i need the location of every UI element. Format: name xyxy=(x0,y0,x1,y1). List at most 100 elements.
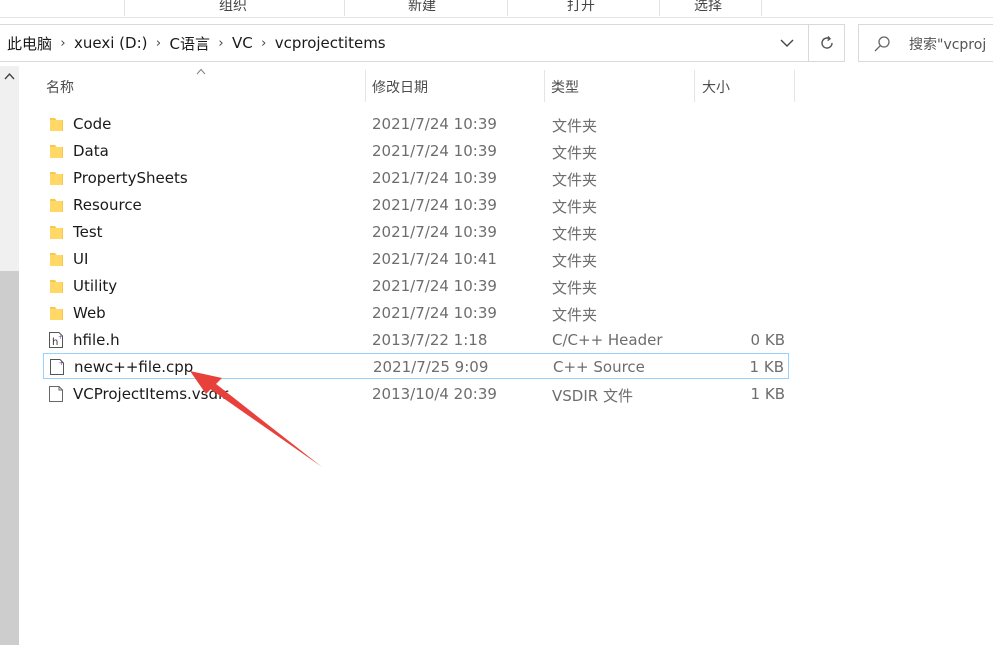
column-header-date[interactable]: 修改日期 xyxy=(366,66,544,102)
file-date: 2021/7/24 10:39 xyxy=(372,223,497,241)
ribbon-group-captions: 组织 新建 打开 选择 xyxy=(0,0,993,18)
folder-icon xyxy=(50,145,63,158)
folder-icon xyxy=(50,172,63,185)
column-header-size-label: 大小 xyxy=(702,80,730,96)
file-name: Data xyxy=(73,142,109,160)
scrollbar-thumb[interactable] xyxy=(0,271,19,645)
ribbon-separator xyxy=(344,0,345,16)
file-date: 2021/7/24 10:39 xyxy=(372,169,497,187)
file-date: 2021/7/24 10:39 xyxy=(372,277,497,295)
folder-icon xyxy=(50,199,63,212)
breadcrumb-item-this-pc[interactable]: 此电脑 xyxy=(7,33,52,54)
file-size: 1 KB xyxy=(749,358,784,376)
column-header-name-label: 名称 xyxy=(46,80,74,96)
chevron-right-icon[interactable]: › xyxy=(210,36,232,51)
ribbon-separator xyxy=(507,0,508,16)
generic-file-icon xyxy=(49,386,63,402)
file-type: 文件夹 xyxy=(552,117,598,135)
file-type: 文件夹 xyxy=(552,252,598,270)
file-date: 2021/7/25 9:09 xyxy=(373,358,489,376)
ribbon-separator xyxy=(124,0,125,16)
ribbon-group-new: 新建 xyxy=(408,0,436,14)
file-name: VCProjectItems.vsdir xyxy=(73,385,229,403)
refresh-button[interactable] xyxy=(809,24,845,62)
column-divider[interactable] xyxy=(794,70,795,102)
file-name: newc++file.cpp xyxy=(74,358,194,376)
folder-icon xyxy=(50,280,63,293)
file-row-utility[interactable]: Utility 2021/7/24 10:39 文件夹 xyxy=(43,273,789,299)
ribbon-group-select: 选择 xyxy=(694,0,722,14)
file-row-ui[interactable]: UI 2021/7/24 10:41 文件夹 xyxy=(43,246,789,272)
file-row-newcppfile[interactable]: + newc++file.cpp 2021/7/25 9:09 C++ Sour… xyxy=(43,353,789,379)
address-history-dropdown[interactable] xyxy=(772,25,802,61)
file-size: 0 KB xyxy=(750,331,785,349)
file-row-data[interactable]: Data 2021/7/24 10:39 文件夹 xyxy=(43,138,789,164)
file-type: 文件夹 xyxy=(552,171,598,189)
search-box[interactable]: 搜索"vcproj xyxy=(858,24,993,62)
file-type: VSDIR 文件 xyxy=(552,387,633,405)
cpp-file-icon: + xyxy=(50,359,65,375)
file-type: 文件夹 xyxy=(552,144,598,162)
file-type: C/C++ Header xyxy=(552,331,663,349)
file-row-hfile[interactable]: h + hfile.h 2013/7/22 1:18 C/C++ Header … xyxy=(43,327,789,353)
refresh-icon xyxy=(820,36,833,49)
file-row-propertysheets[interactable]: PropertySheets 2021/7/24 10:39 文件夹 xyxy=(43,165,789,191)
ribbon-separator xyxy=(761,0,762,16)
chevron-right-icon[interactable]: › xyxy=(253,36,275,51)
column-header-date-label: 修改日期 xyxy=(372,80,428,96)
breadcrumb-item-drive[interactable]: xuexi (D:) xyxy=(74,34,147,52)
column-header-size[interactable]: 大小 xyxy=(695,66,794,102)
file-date: 2021/7/24 10:39 xyxy=(372,196,497,214)
chevron-right-icon[interactable]: › xyxy=(148,36,170,51)
breadcrumb-item-vcprojectitems[interactable]: vcprojectitems xyxy=(275,34,386,52)
breadcrumb-item-vc[interactable]: VC xyxy=(232,34,253,52)
svg-text:+: + xyxy=(58,334,63,341)
file-date: 2013/10/4 20:39 xyxy=(372,385,497,403)
file-name: Web xyxy=(73,304,106,322)
file-name: Resource xyxy=(73,196,142,214)
search-input[interactable]: 搜索"vcproj xyxy=(909,34,986,54)
file-size: 1 KB xyxy=(750,385,785,403)
file-type: 文件夹 xyxy=(552,225,598,243)
address-bar[interactable]: 此电脑 › xuexi (D:) › C语言 › VC › vcprojecti… xyxy=(0,24,809,62)
navigation-pane-scrollbar[interactable] xyxy=(0,66,19,645)
file-name: Code xyxy=(73,115,112,133)
file-name: UI xyxy=(73,250,89,268)
folder-icon xyxy=(50,253,63,266)
file-row-vcprojectitems-vsdir[interactable]: VCProjectItems.vsdir 2013/10/4 20:39 VSD… xyxy=(43,381,789,407)
breadcrumb: 此电脑 › xuexi (D:) › C语言 › VC › vcprojecti… xyxy=(7,25,386,61)
column-header-name[interactable]: 名称 xyxy=(43,66,365,102)
file-name: hfile.h xyxy=(73,331,120,349)
file-type: C++ Source xyxy=(553,358,645,376)
file-date: 2021/7/24 10:41 xyxy=(372,250,497,268)
file-row-test[interactable]: Test 2021/7/24 10:39 文件夹 xyxy=(43,219,789,245)
column-header-type[interactable]: 类型 xyxy=(545,66,694,102)
scroll-up-icon[interactable] xyxy=(4,72,15,80)
search-icon xyxy=(874,36,890,52)
file-date: 2021/7/24 10:39 xyxy=(372,142,497,160)
file-row-code[interactable]: Code 2021/7/24 10:39 文件夹 xyxy=(43,111,789,137)
file-date: 2013/7/22 1:18 xyxy=(372,331,488,349)
file-row-resource[interactable]: Resource 2021/7/24 10:39 文件夹 xyxy=(43,192,789,218)
breadcrumb-item-c-lang[interactable]: C语言 xyxy=(170,33,210,54)
folder-icon xyxy=(50,118,63,131)
chevron-right-icon[interactable]: › xyxy=(52,36,74,51)
svg-text:+: + xyxy=(59,359,65,367)
file-row-web[interactable]: Web 2021/7/24 10:39 文件夹 xyxy=(43,300,789,326)
file-date: 2021/7/24 10:39 xyxy=(372,304,497,322)
header-file-icon: h + xyxy=(49,332,63,348)
folder-icon xyxy=(50,307,63,320)
ribbon-group-open: 打开 xyxy=(567,0,595,14)
file-name: Utility xyxy=(73,277,118,295)
folder-icon xyxy=(50,226,63,239)
file-name: PropertySheets xyxy=(73,169,188,187)
file-name: Test xyxy=(73,223,103,241)
file-type: 文件夹 xyxy=(552,279,598,297)
file-type: 文件夹 xyxy=(552,306,598,324)
column-header-type-label: 类型 xyxy=(551,80,579,96)
ribbon-separator xyxy=(659,0,660,16)
file-type: 文件夹 xyxy=(552,198,598,216)
ribbon-group-organize: 组织 xyxy=(219,0,247,14)
file-date: 2021/7/24 10:39 xyxy=(372,115,497,133)
chevron-down-icon xyxy=(780,39,794,47)
